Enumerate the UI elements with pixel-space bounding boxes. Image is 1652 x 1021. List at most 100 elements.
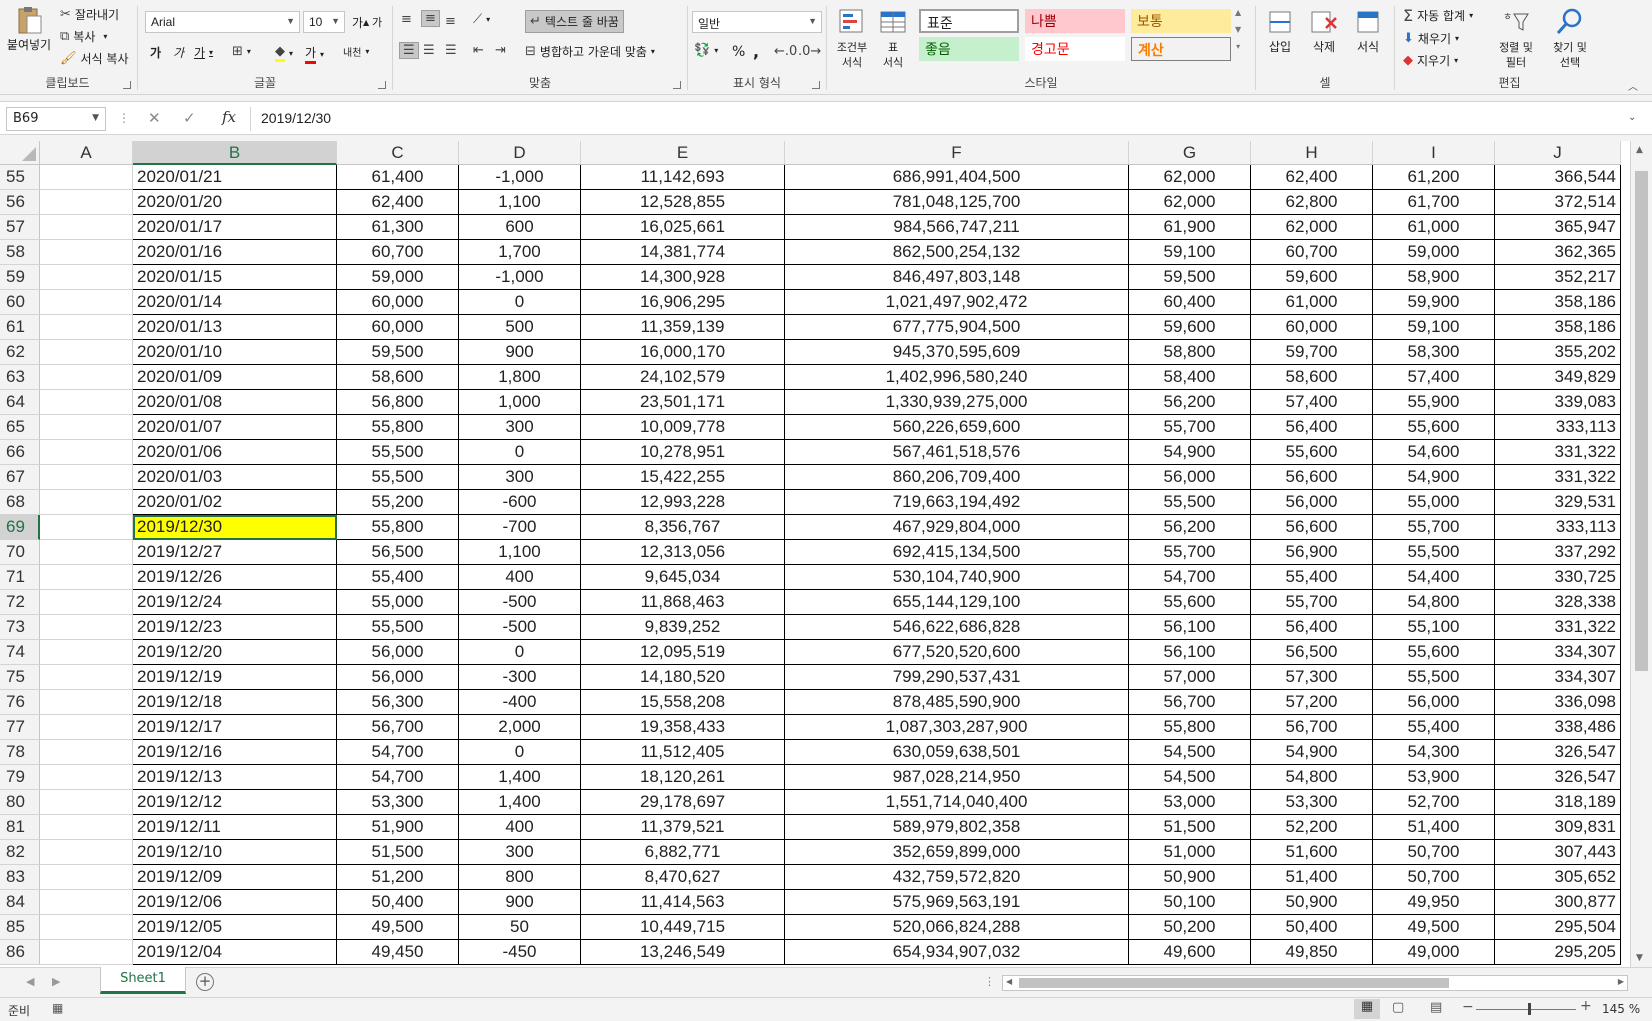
format-painter-button[interactable]: 🖌 서식 복사 [60,50,129,67]
cell-j[interactable]: 349,829 [1495,365,1621,390]
row-header[interactable]: 84 [0,890,40,915]
cell-i[interactable]: 52,700 [1373,790,1495,815]
cell-f[interactable]: 878,485,590,900 [785,690,1129,715]
cell-c[interactable]: 55,000 [337,590,459,615]
cell-j[interactable]: 362,365 [1495,240,1621,265]
vertical-scrollbar[interactable]: ▲ ▼ [1630,141,1652,967]
row-header[interactable]: 69 [0,515,40,540]
row-header[interactable]: 59 [0,265,40,290]
cell-e[interactable]: 10,278,951 [581,440,785,465]
font-size-select[interactable]: 10 ▼ [303,11,345,33]
style-neutral[interactable]: 보통 [1131,9,1231,33]
cell-h[interactable]: 56,400 [1251,615,1373,640]
cell-d[interactable]: -700 [459,515,581,540]
cell-h[interactable]: 57,200 [1251,690,1373,715]
cell-b[interactable]: 2019/12/17 [133,715,337,740]
row-header[interactable]: 58 [0,240,40,265]
cell-e[interactable]: 11,868,463 [581,590,785,615]
cell-i[interactable]: 55,900 [1373,390,1495,415]
cell-i[interactable]: 55,600 [1373,640,1495,665]
formula-input[interactable]: 2019/12/30 [250,107,1635,131]
cell-b[interactable]: 2020/01/06 [133,440,337,465]
cell-c[interactable]: 56,300 [337,690,459,715]
cell-b[interactable]: 2020/01/08 [133,390,337,415]
row-header[interactable]: 66 [0,440,40,465]
align-left-button[interactable]: ☰ [399,42,419,59]
cell-j[interactable]: 305,652 [1495,865,1621,890]
italic-button[interactable]: 가 [173,44,184,61]
zoom-in-icon[interactable]: + [1580,998,1592,1014]
cell-d[interactable]: 300 [459,415,581,440]
column-header-f[interactable]: F [785,141,1129,165]
cell-j[interactable]: 318,189 [1495,790,1621,815]
find-select-button[interactable]: 찾기 및 선택 [1545,6,1595,70]
enter-icon[interactable]: ✓ [183,109,196,127]
cell-i[interactable]: 49,500 [1373,915,1495,940]
zoom-slider-thumb[interactable] [1528,1003,1531,1015]
cell-f[interactable]: 467,929,804,000 [785,515,1129,540]
cell-d[interactable]: 300 [459,465,581,490]
cell-h[interactable]: 55,400 [1251,565,1373,590]
cell-j[interactable]: 338,486 [1495,715,1621,740]
prev-sheet-icon[interactable]: ◀ [26,975,34,988]
cell-d[interactable]: 1,100 [459,540,581,565]
cell-a[interactable] [40,715,133,740]
cell-i[interactable]: 55,500 [1373,665,1495,690]
cell-d[interactable]: 2,000 [459,715,581,740]
page-break-icon[interactable]: ▤ [1430,1000,1442,1015]
cell-e[interactable]: 14,381,774 [581,240,785,265]
comma-button[interactable]: , [753,42,759,61]
cell-j[interactable]: 330,725 [1495,565,1621,590]
cell-e[interactable]: 12,313,056 [581,540,785,565]
row-header[interactable]: 72 [0,590,40,615]
cell-f[interactable]: 719,663,194,492 [785,490,1129,515]
cell-h[interactable]: 50,400 [1251,915,1373,940]
expand-formula-icon[interactable]: ⌄ [1628,112,1636,123]
dialog-launcher-icon[interactable] [123,81,131,89]
paste-button[interactable]: 붙여넣기 [4,4,54,52]
row-header[interactable]: 65 [0,415,40,440]
cell-f[interactable]: 567,461,518,576 [785,440,1129,465]
chevron-down-icon[interactable]: ▾ [103,32,107,41]
delete-button[interactable]: 삭제 [1304,6,1344,54]
row-header[interactable]: 86 [0,940,40,965]
row-header[interactable]: 76 [0,690,40,715]
cell-c[interactable]: 61,400 [337,165,459,190]
row-header[interactable]: 70 [0,540,40,565]
column-header-c[interactable]: C [337,141,459,165]
scroll-left-icon[interactable]: ◀ [1006,977,1012,986]
cell-j[interactable]: 339,083 [1495,390,1621,415]
cancel-icon[interactable]: ✕ [148,109,161,127]
cell-a[interactable] [40,365,133,390]
cell-e[interactable]: 16,000,170 [581,340,785,365]
cell-b[interactable]: 2020/01/15 [133,265,337,290]
cell-f[interactable]: 686,991,404,500 [785,165,1129,190]
cell-b[interactable]: 2019/12/26 [133,565,337,590]
cell-d[interactable]: 800 [459,865,581,890]
cell-b[interactable]: 2020/01/17 [133,215,337,240]
cell-d[interactable]: -500 [459,615,581,640]
underline-button[interactable]: 가 ▾ [194,44,213,61]
cell-j[interactable]: 295,205 [1495,940,1621,965]
cell-g[interactable]: 56,100 [1129,640,1251,665]
cell-b[interactable]: 2019/12/11 [133,815,337,840]
cell-g[interactable]: 57,000 [1129,665,1251,690]
copy-button[interactable]: ⧉ 복사 ▾ [60,28,107,45]
cell-a[interactable] [40,315,133,340]
column-header-a[interactable]: A [40,141,133,165]
cell-h[interactable]: 50,900 [1251,890,1373,915]
cell-f[interactable]: 546,622,686,828 [785,615,1129,640]
cell-e[interactable]: 10,449,715 [581,915,785,940]
cell-a[interactable] [40,490,133,515]
cell-e[interactable]: 11,142,693 [581,165,785,190]
macro-record-icon[interactable]: ▦ [52,1001,63,1015]
collapse-ribbon-button[interactable]: ︿ [1628,78,1638,93]
cell-c[interactable]: 50,400 [337,890,459,915]
cell-d[interactable]: -1,000 [459,165,581,190]
cell-e[interactable]: 12,993,228 [581,490,785,515]
cell-c[interactable]: 55,400 [337,565,459,590]
cell-i[interactable]: 61,700 [1373,190,1495,215]
conditional-format-button[interactable]: 조건부 서식 [831,6,873,70]
cell-e[interactable]: 9,839,252 [581,615,785,640]
cell-a[interactable] [40,190,133,215]
